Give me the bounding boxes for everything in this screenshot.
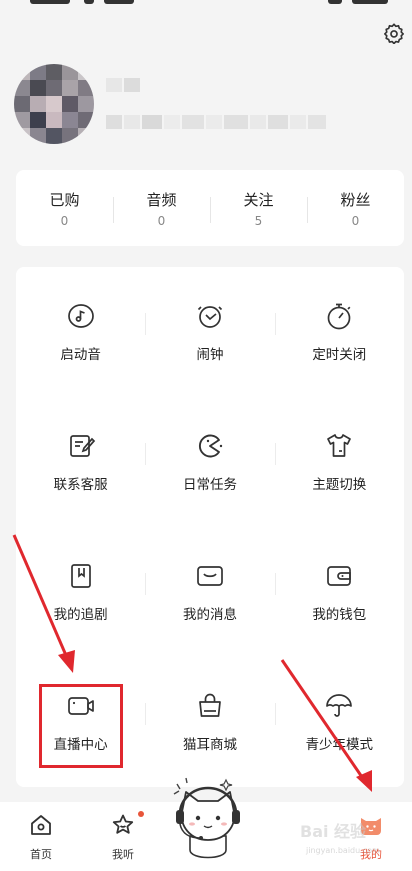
nav-home[interactable]: 首页 <box>0 802 82 871</box>
bookmark-icon <box>66 561 96 595</box>
stat-purchased[interactable]: 已购 0 <box>16 189 113 228</box>
timer-icon <box>324 301 354 335</box>
grid-item-label: 猫耳商城 <box>182 737 237 753</box>
shopping-bag-icon <box>195 691 225 725</box>
tshirt-icon <box>324 431 354 465</box>
stat-label: 关注 <box>243 190 274 209</box>
grid-item-label: 青少年模式 <box>305 737 374 753</box>
star-icon <box>110 812 136 842</box>
alarm-clock-icon <box>195 301 225 335</box>
stat-value: 0 <box>157 213 166 228</box>
grid-item-theme-switch[interactable]: 主题切换 <box>274 397 404 527</box>
baidu-jingyan-watermark-url: jingyan.baidu.com <box>306 846 380 855</box>
live-center-highlight-box <box>39 684 123 768</box>
grid-item-my-wallet[interactable]: 我的钱包 <box>274 527 404 657</box>
grid-item-label: 我的追剧 <box>53 607 108 623</box>
grid-item-teen-mode[interactable]: 青少年模式 <box>274 657 404 787</box>
home-icon <box>28 812 54 842</box>
user-subtitle-blurred <box>106 115 326 129</box>
stat-value: 0 <box>60 213 69 228</box>
edit-note-icon <box>66 431 96 465</box>
stat-label: 音频 <box>146 190 177 209</box>
stat-value: 0 <box>351 213 360 228</box>
grid-item-customer-service[interactable]: 联系客服 <box>16 397 145 527</box>
grid-item-timer-off[interactable]: 定时关闭 <box>274 267 404 397</box>
nav-listen[interactable]: 我听 <box>82 802 164 871</box>
baidu-jingyan-watermark: Bai 经验 <box>300 822 367 841</box>
stat-audio[interactable]: 音频 0 <box>113 189 210 228</box>
grid-item-label: 主题切换 <box>312 477 367 493</box>
wallet-icon <box>324 561 354 595</box>
stat-label: 粉丝 <box>340 190 371 209</box>
cat-mascot-with-headset[interactable] <box>168 774 248 866</box>
grid-item-startup-sound[interactable]: 启动音 <box>16 267 145 397</box>
nav-label: 首页 <box>30 848 52 861</box>
music-note-icon <box>66 301 96 335</box>
stat-following[interactable]: 关注 5 <box>210 189 307 228</box>
grid-item-my-series[interactable]: 我的追剧 <box>16 527 145 657</box>
notification-dot <box>138 811 144 817</box>
grid-item-my-messages[interactable]: 我的消息 <box>145 527 274 657</box>
grid-item-label: 启动音 <box>60 347 101 363</box>
stat-value: 5 <box>254 213 263 228</box>
status-bar <box>0 0 412 8</box>
grid-item-label: 联系客服 <box>53 477 108 493</box>
username-blurred <box>106 78 140 92</box>
grid-item-label: 闹钟 <box>196 347 224 363</box>
grid-item-maoer-mall[interactable]: 猫耳商城 <box>145 657 274 787</box>
grid-item-alarm[interactable]: 闹钟 <box>145 267 274 397</box>
pacman-icon <box>195 431 225 465</box>
stat-label: 已购 <box>49 190 80 209</box>
grid-item-daily-tasks[interactable]: 日常任务 <box>145 397 274 527</box>
stats-card: 已购 0 音频 0 关注 5 粉丝 0 <box>16 170 404 246</box>
umbrella-icon <box>324 691 354 725</box>
avatar[interactable] <box>14 64 94 144</box>
grid-item-label: 我的钱包 <box>312 607 367 623</box>
stat-fans[interactable]: 粉丝 0 <box>307 189 404 228</box>
grid-item-label: 定时关闭 <box>312 347 367 363</box>
grid-item-label: 我的消息 <box>182 607 237 623</box>
settings-gear-icon[interactable] <box>383 22 405 45</box>
grid-item-label: 日常任务 <box>182 477 237 493</box>
message-box-icon <box>195 561 225 595</box>
nav-label: 我听 <box>112 848 134 861</box>
